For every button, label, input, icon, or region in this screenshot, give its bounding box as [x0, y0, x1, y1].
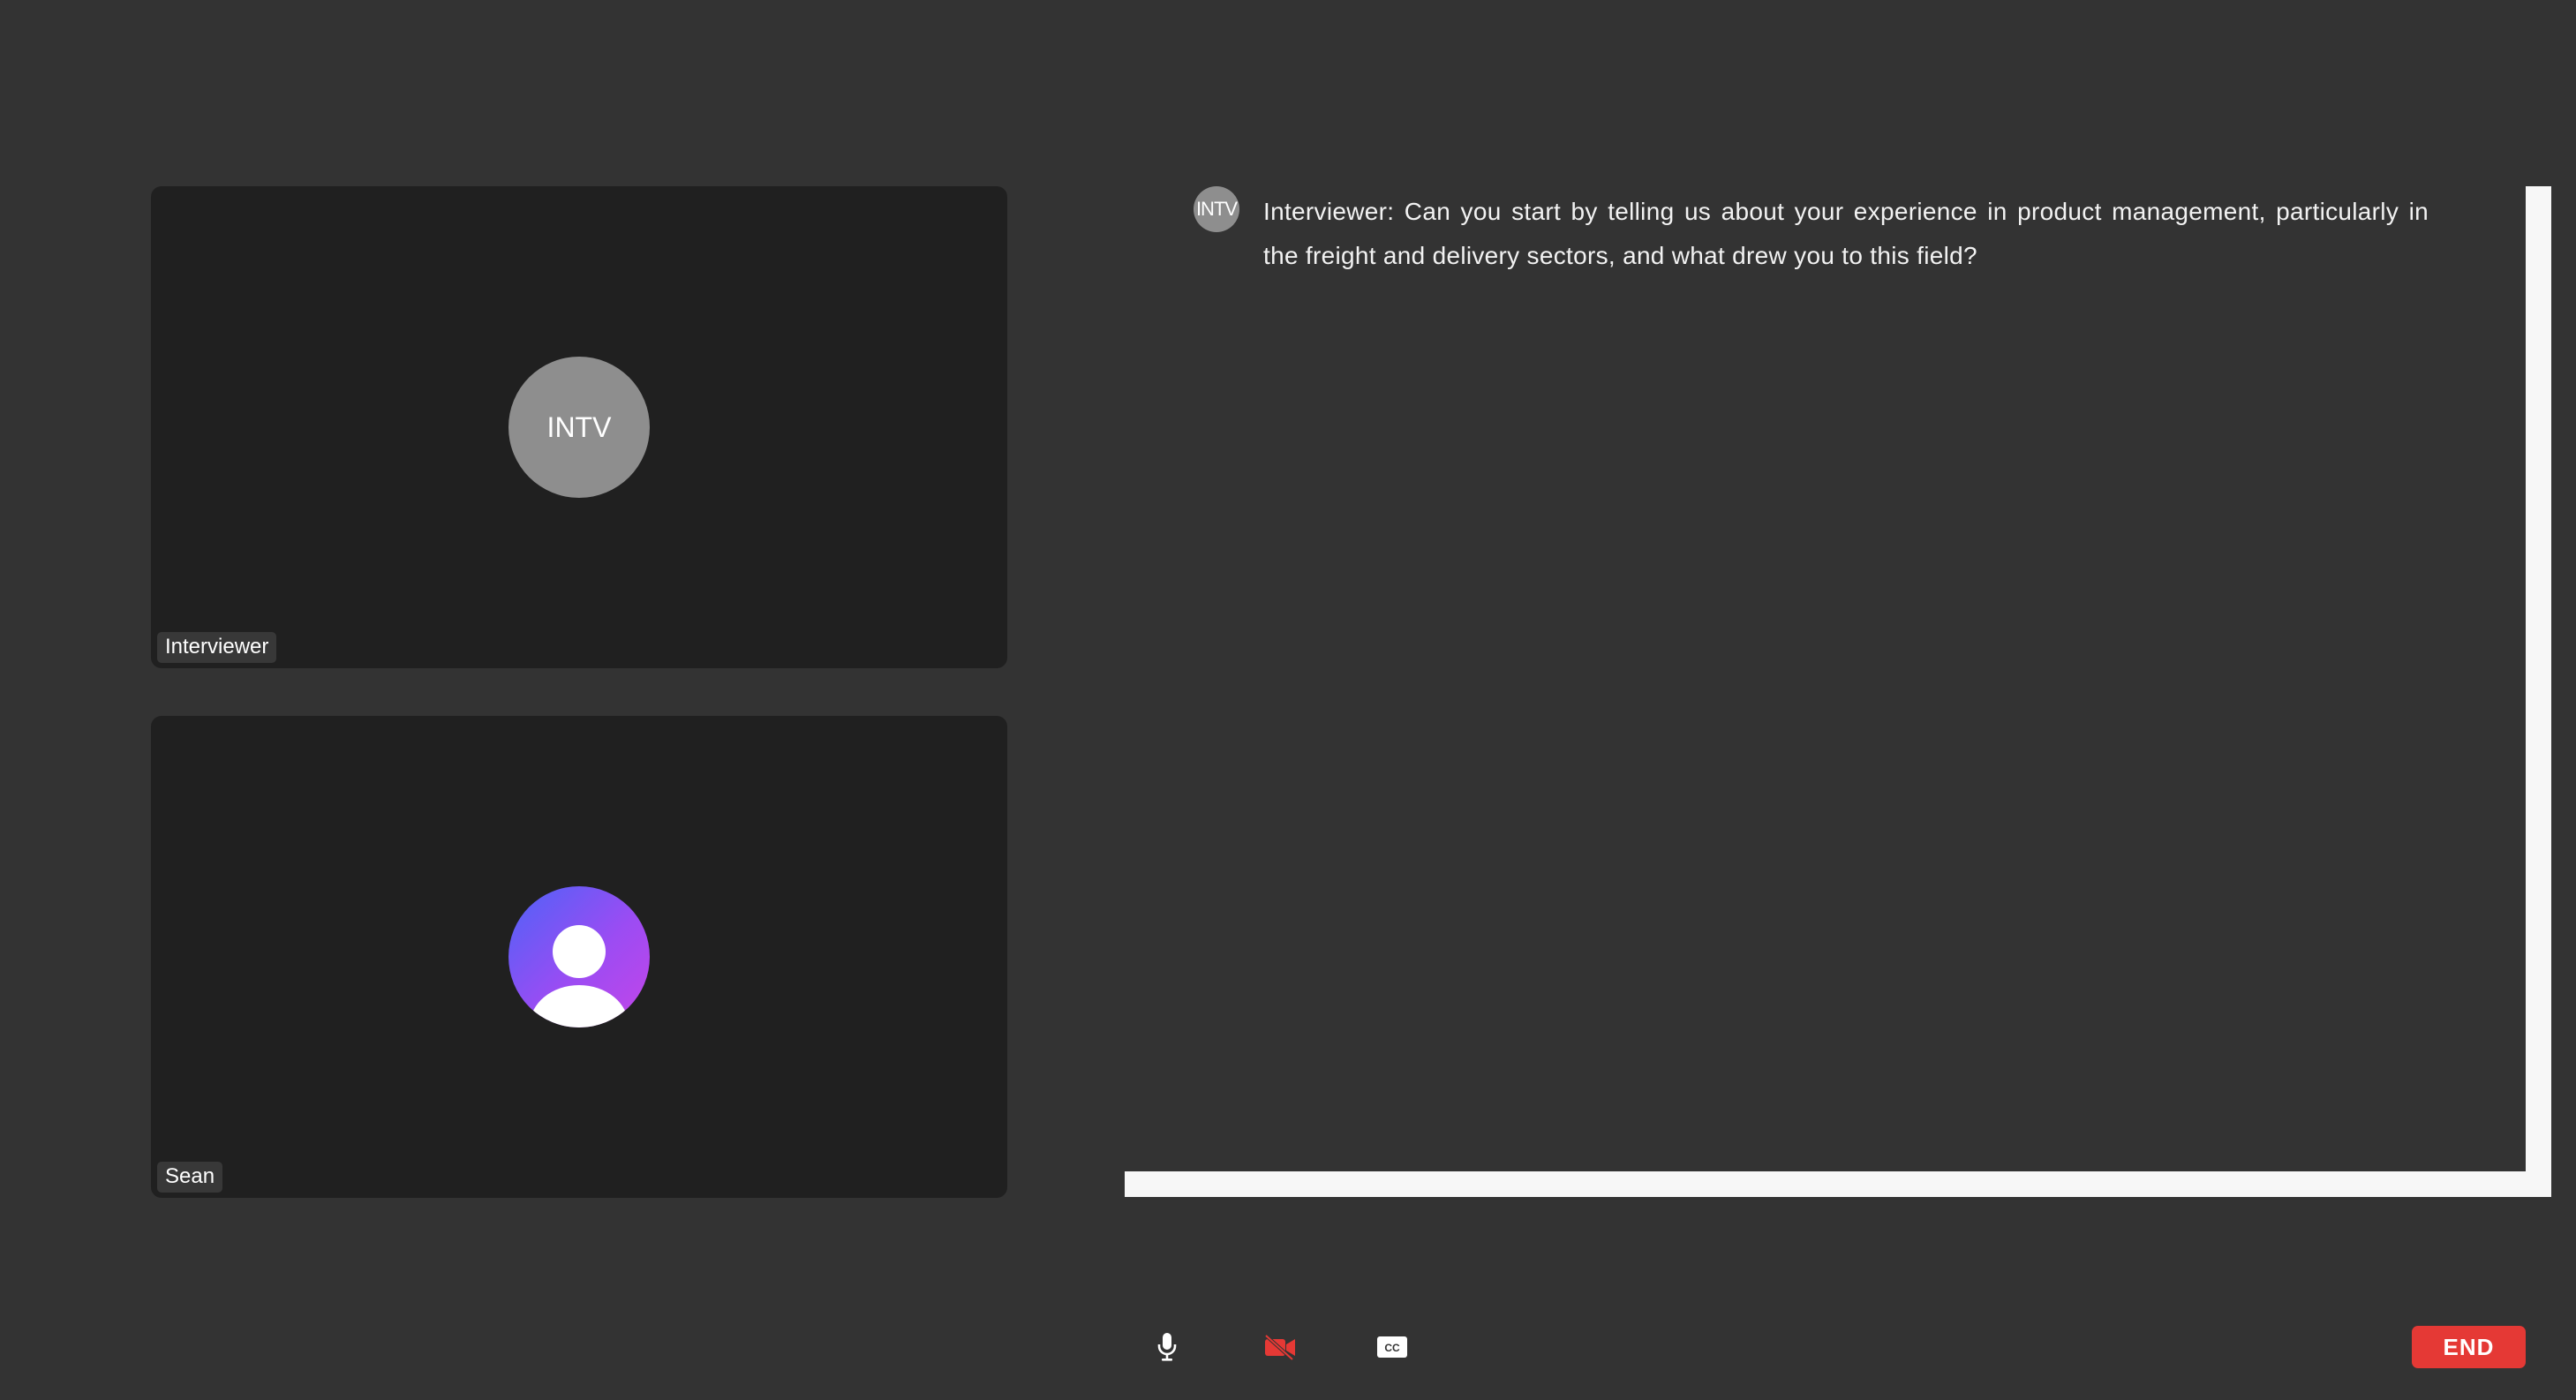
- svg-text:CC: CC: [1384, 1342, 1400, 1354]
- transcript-scroll-area[interactable]: INTV Interviewer: Can you start by telli…: [1125, 186, 2526, 1171]
- user-avatar-icon: [508, 886, 650, 1027]
- camera-off-icon: [1264, 1334, 1295, 1361]
- message-avatar: INTV: [1194, 186, 1239, 232]
- microphone-icon: [1157, 1333, 1177, 1361]
- transcript-panel[interactable]: INTV Interviewer: Can you start by telli…: [1125, 186, 2551, 1197]
- participant-name-tag: Sean: [157, 1162, 223, 1193]
- camera-toggle-button[interactable]: [1257, 1324, 1303, 1370]
- microphone-button[interactable]: [1144, 1324, 1190, 1370]
- interviewer-avatar: INTV: [508, 357, 650, 498]
- transcript-message: Interviewer: Can you start by telling us…: [1263, 198, 2429, 269]
- end-call-button[interactable]: END: [2412, 1326, 2526, 1368]
- video-tile-interviewer: INTV Interviewer: [151, 186, 1007, 668]
- closed-captions-icon: CC: [1377, 1336, 1407, 1358]
- participant-name-tag: Interviewer: [157, 632, 277, 663]
- captions-button[interactable]: CC: [1369, 1324, 1415, 1370]
- interviewer-initials: INTV: [546, 410, 612, 443]
- video-tile-self: Sean: [151, 716, 1007, 1198]
